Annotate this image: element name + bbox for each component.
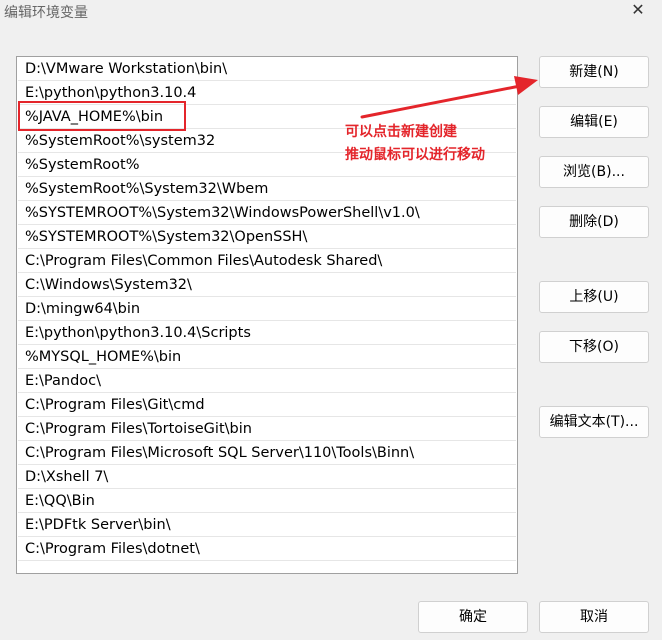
annotation-line: 可以点击新建创建 — [345, 124, 457, 140]
annotation-line: 推动鼠标可以进行移动 — [345, 147, 485, 163]
arrow-icon — [360, 76, 538, 119]
annotation-note: 可以点击新建创建 推动鼠标可以进行移动 — [345, 121, 485, 167]
